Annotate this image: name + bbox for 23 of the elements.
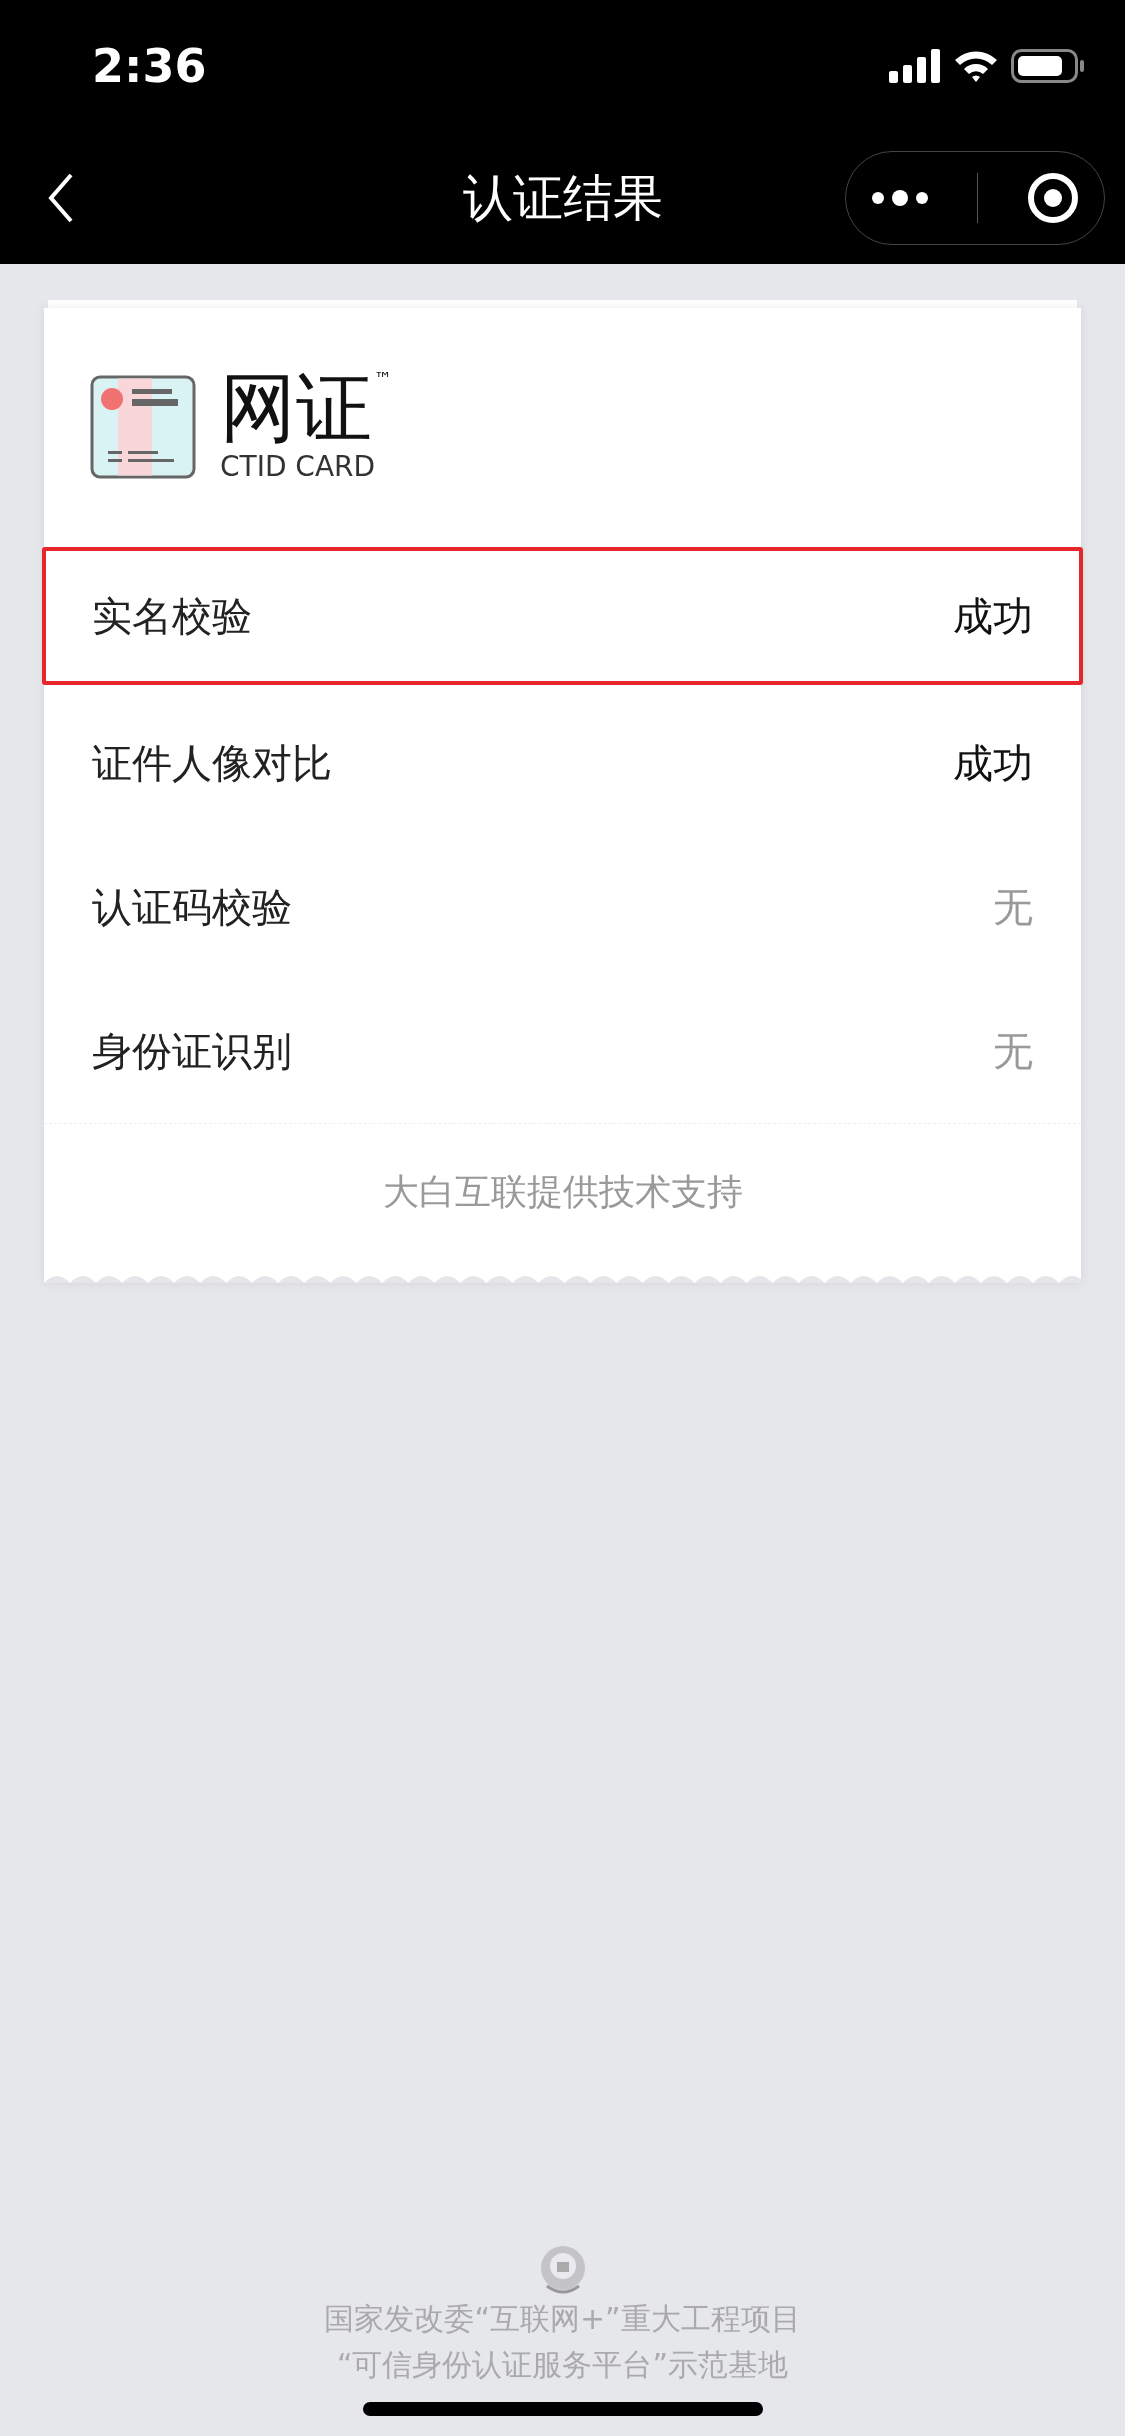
id-card-icon — [90, 374, 196, 479]
battery-icon — [1011, 49, 1085, 83]
result-value: 无 — [993, 882, 1033, 932]
back-icon[interactable] — [48, 173, 74, 223]
more-icon[interactable] — [869, 188, 930, 208]
brand-subtitle: CTID CARD — [220, 450, 377, 483]
brand-name: 网证 — [220, 370, 372, 446]
result-label: 实名校验 — [92, 591, 252, 641]
result-label: 身份证识别 — [92, 1026, 292, 1076]
wifi-icon — [953, 49, 999, 83]
footer-text: “可信身份认证服务平台”示范基地 — [336, 2346, 789, 2384]
page-title: 认证结果 — [462, 167, 663, 229]
result-label: 证件人像对比 — [92, 738, 332, 788]
result-value: 成功 — [953, 738, 1033, 788]
result-label: 认证码校验 — [92, 882, 292, 932]
footer-text: 国家发改委“互联网+”重大工程项目 — [324, 2300, 801, 2338]
result-value: 无 — [993, 1026, 1033, 1076]
credit-text: 大白互联提供技术支持 — [44, 1123, 1081, 1271]
trademark-mark: ™ — [374, 370, 392, 388]
signal-icon — [889, 49, 941, 83]
close-target-icon[interactable] — [1026, 171, 1081, 225]
result-value: 成功 — [953, 591, 1033, 641]
status-time: 2:36 — [92, 39, 207, 93]
